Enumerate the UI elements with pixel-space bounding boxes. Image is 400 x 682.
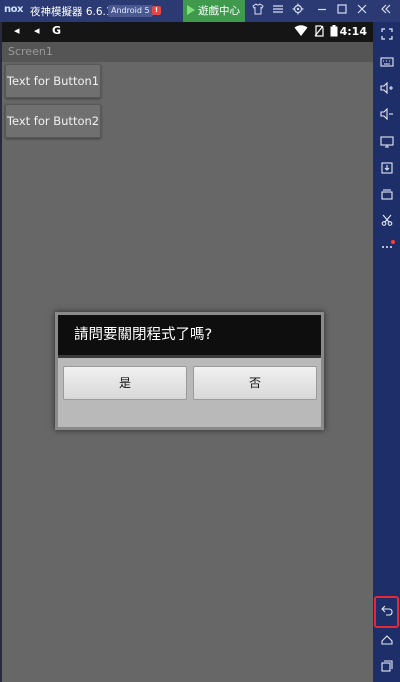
- game-center-button[interactable]: 遊戲中心: [183, 0, 245, 22]
- scissors-icon[interactable]: [375, 212, 398, 232]
- gear-icon[interactable]: [290, 3, 306, 19]
- emulator-titlebar: nox 夜神模擬器 6.6.1.5 Android 5 ! 遊戲中心: [0, 0, 400, 22]
- app-title-bar: Screen1: [2, 42, 373, 62]
- button2[interactable]: Text for Button2: [5, 104, 101, 138]
- wifi-icon: [294, 25, 308, 40]
- screen-title: Screen1: [8, 45, 53, 58]
- more-icon[interactable]: [375, 238, 398, 258]
- volume-down-icon[interactable]: [375, 106, 398, 126]
- play-icon: [187, 5, 195, 15]
- battery-icon: [330, 25, 338, 40]
- home-icon[interactable]: [375, 632, 398, 652]
- status-bar: ◂ ◂ G 4:14: [2, 22, 373, 42]
- nox-logo: nox: [4, 4, 23, 15]
- back-icon[interactable]: [374, 596, 399, 628]
- collapse-icon[interactable]: [378, 3, 394, 19]
- dialog-button-bar: 是 否: [58, 358, 321, 427]
- clock: 4:14: [339, 25, 367, 38]
- confirm-dialog: 請問要關閉程式了嗎? 是 否: [55, 312, 324, 430]
- nav-back-arrow-icon-2: ◂: [34, 24, 40, 37]
- nav-back-arrow-icon: ◂: [14, 24, 20, 37]
- close-icon[interactable]: [354, 3, 370, 19]
- multi-instance-icon[interactable]: [375, 186, 398, 206]
- notification-dot: [391, 240, 395, 244]
- apk-install-icon[interactable]: [375, 160, 398, 180]
- volume-up-icon[interactable]: [375, 80, 398, 100]
- dialog-message: 請問要關閉程式了嗎?: [58, 315, 321, 355]
- menu-icon[interactable]: [270, 3, 286, 19]
- shirt-icon[interactable]: [250, 3, 266, 19]
- emulator-sidebar: [373, 22, 400, 682]
- android-screen: ◂ ◂ G 4:14 Screen1 Text for Button1 Text…: [0, 22, 373, 682]
- minimize-icon[interactable]: [314, 3, 330, 19]
- alert-badge[interactable]: !: [152, 6, 161, 15]
- button1[interactable]: Text for Button1: [5, 64, 101, 98]
- game-center-label: 遊戲中心: [198, 5, 240, 17]
- android-version-badge: Android 5: [108, 5, 153, 17]
- google-icon: G: [52, 24, 62, 37]
- no-button[interactable]: 否: [193, 366, 317, 400]
- keyboard-icon[interactable]: [375, 54, 398, 74]
- no-sim-icon: [314, 25, 324, 40]
- maximize-icon[interactable]: [334, 3, 350, 19]
- recents-icon[interactable]: [375, 658, 398, 678]
- screen-icon[interactable]: [375, 134, 398, 154]
- fullscreen-icon[interactable]: [375, 26, 398, 46]
- yes-button[interactable]: 是: [63, 366, 187, 400]
